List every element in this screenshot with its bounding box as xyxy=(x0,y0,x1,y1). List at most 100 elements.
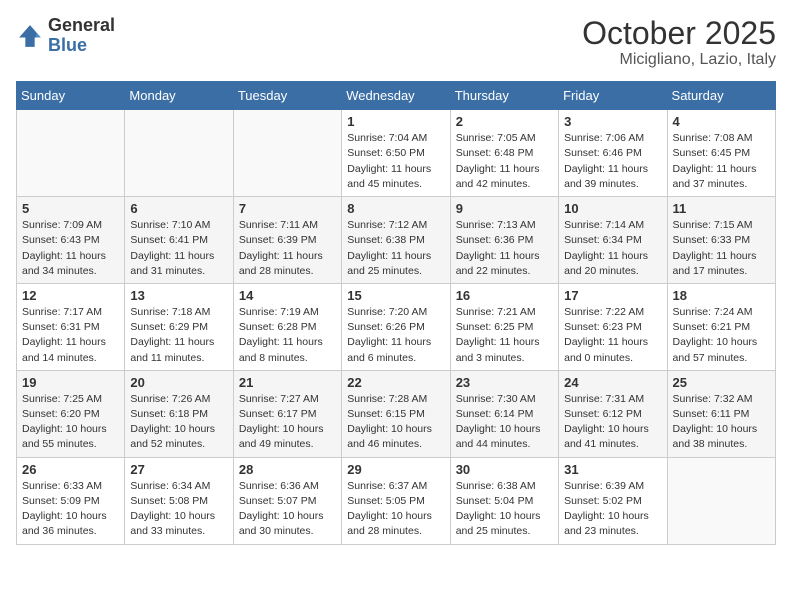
day-info: Sunrise: 7:22 AM Sunset: 6:23 PM Dayligh… xyxy=(564,305,661,366)
day-cell: 6 Sunrise: 7:10 AM Sunset: 6:41 PM Daylig… xyxy=(125,197,233,284)
week-row-3: 12Sunrise: 7:17 AM Sunset: 6:31 PM Dayli… xyxy=(17,283,776,370)
day-number: 23 xyxy=(456,375,553,390)
col-header-tuesday: Tuesday xyxy=(233,82,341,110)
day-number: 26 xyxy=(22,462,119,477)
day-info: Sunrise: 7:05 AM Sunset: 6:48 PM Dayligh… xyxy=(456,131,553,192)
day-info: Sunrise: 7:08 AM Sunset: 6:45 PM Dayligh… xyxy=(673,131,770,192)
day-cell: 30 Sunrise: 6:38 AM Sunset: 5:04 PM Dayli… xyxy=(450,457,558,544)
location-title: Micigliano, Lazio, Italy xyxy=(582,51,776,69)
col-header-wednesday: Wednesday xyxy=(342,82,450,110)
day-cell: 14Sunrise: 7:19 AM Sunset: 6:28 PM Dayli… xyxy=(233,283,341,370)
day-cell: 3 Sunrise: 7:06 AM Sunset: 6:46 PM Daylig… xyxy=(559,110,667,197)
day-cell xyxy=(17,110,125,197)
day-info: Sunrise: 7:24 AM Sunset: 6:21 PM Dayligh… xyxy=(673,305,770,366)
day-number: 4 xyxy=(673,114,770,129)
title-block: October 2025 Micigliano, Lazio, Italy xyxy=(582,16,776,69)
day-cell: 31 Sunrise: 6:39 AM Sunset: 5:02 PM Dayli… xyxy=(559,457,667,544)
day-cell: 23 Sunrise: 7:30 AM Sunset: 6:14 PM Dayli… xyxy=(450,370,558,457)
day-number: 27 xyxy=(130,462,227,477)
week-row-4: 19Sunrise: 7:25 AM Sunset: 6:20 PM Dayli… xyxy=(17,370,776,457)
day-info: Sunrise: 6:36 AM Sunset: 5:07 PM Dayligh… xyxy=(239,479,336,540)
day-cell: 5 Sunrise: 7:09 AM Sunset: 6:43 PM Daylig… xyxy=(17,197,125,284)
day-info: Sunrise: 7:26 AM Sunset: 6:18 PM Dayligh… xyxy=(130,392,227,453)
day-info: Sunrise: 6:38 AM Sunset: 5:04 PM Dayligh… xyxy=(456,479,553,540)
day-number: 6 xyxy=(130,201,227,216)
month-title: October 2025 xyxy=(582,16,776,51)
day-number: 2 xyxy=(456,114,553,129)
week-row-1: 1 Sunrise: 7:04 AM Sunset: 6:50 PM Daylig… xyxy=(17,110,776,197)
day-number: 30 xyxy=(456,462,553,477)
day-info: Sunrise: 6:34 AM Sunset: 5:08 PM Dayligh… xyxy=(130,479,227,540)
day-cell: 12Sunrise: 7:17 AM Sunset: 6:31 PM Dayli… xyxy=(17,283,125,370)
day-number: 16 xyxy=(456,288,553,303)
day-cell: 17 Sunrise: 7:22 AM Sunset: 6:23 PM Dayli… xyxy=(559,283,667,370)
day-number: 1 xyxy=(347,114,444,129)
day-number: 8 xyxy=(347,201,444,216)
day-number: 25 xyxy=(673,375,770,390)
day-info: Sunrise: 7:06 AM Sunset: 6:46 PM Dayligh… xyxy=(564,131,661,192)
day-info: Sunrise: 7:27 AM Sunset: 6:17 PM Dayligh… xyxy=(239,392,336,453)
day-info: Sunrise: 7:20 AM Sunset: 6:26 PM Dayligh… xyxy=(347,305,444,366)
day-cell: 28Sunrise: 6:36 AM Sunset: 5:07 PM Dayli… xyxy=(233,457,341,544)
col-header-saturday: Saturday xyxy=(667,82,775,110)
day-number: 5 xyxy=(22,201,119,216)
day-info: Sunrise: 6:33 AM Sunset: 5:09 PM Dayligh… xyxy=(22,479,119,540)
day-info: Sunrise: 7:10 AM Sunset: 6:41 PM Dayligh… xyxy=(130,218,227,279)
col-header-friday: Friday xyxy=(559,82,667,110)
logo-blue-text: Blue xyxy=(48,36,115,56)
day-number: 7 xyxy=(239,201,336,216)
week-row-2: 5 Sunrise: 7:09 AM Sunset: 6:43 PM Daylig… xyxy=(17,197,776,284)
day-info: Sunrise: 6:39 AM Sunset: 5:02 PM Dayligh… xyxy=(564,479,661,540)
day-number: 18 xyxy=(673,288,770,303)
day-cell: 11Sunrise: 7:15 AM Sunset: 6:33 PM Dayli… xyxy=(667,197,775,284)
day-number: 20 xyxy=(130,375,227,390)
day-cell: 26 Sunrise: 6:33 AM Sunset: 5:09 PM Dayli… xyxy=(17,457,125,544)
day-number: 21 xyxy=(239,375,336,390)
day-number: 15 xyxy=(347,288,444,303)
col-header-thursday: Thursday xyxy=(450,82,558,110)
day-cell: 15 Sunrise: 7:20 AM Sunset: 6:26 PM Dayli… xyxy=(342,283,450,370)
day-cell: 8 Sunrise: 7:12 AM Sunset: 6:38 PM Daylig… xyxy=(342,197,450,284)
day-number: 31 xyxy=(564,462,661,477)
logo-icon xyxy=(16,22,44,50)
week-row-5: 26 Sunrise: 6:33 AM Sunset: 5:09 PM Dayli… xyxy=(17,457,776,544)
day-number: 3 xyxy=(564,114,661,129)
day-info: Sunrise: 7:30 AM Sunset: 6:14 PM Dayligh… xyxy=(456,392,553,453)
day-info: Sunrise: 7:28 AM Sunset: 6:15 PM Dayligh… xyxy=(347,392,444,453)
day-number: 11 xyxy=(673,201,770,216)
day-info: Sunrise: 7:11 AM Sunset: 6:39 PM Dayligh… xyxy=(239,218,336,279)
day-cell: 16 Sunrise: 7:21 AM Sunset: 6:25 PM Dayli… xyxy=(450,283,558,370)
day-cell xyxy=(125,110,233,197)
day-info: Sunrise: 7:21 AM Sunset: 6:25 PM Dayligh… xyxy=(456,305,553,366)
page-header: General Blue October 2025 Micigliano, La… xyxy=(16,16,776,69)
day-cell: 19Sunrise: 7:25 AM Sunset: 6:20 PM Dayli… xyxy=(17,370,125,457)
day-cell xyxy=(233,110,341,197)
day-info: Sunrise: 7:13 AM Sunset: 6:36 PM Dayligh… xyxy=(456,218,553,279)
day-info: Sunrise: 7:09 AM Sunset: 6:43 PM Dayligh… xyxy=(22,218,119,279)
day-number: 14 xyxy=(239,288,336,303)
day-cell: 20 Sunrise: 7:26 AM Sunset: 6:18 PM Dayli… xyxy=(125,370,233,457)
day-cell: 24 Sunrise: 7:31 AM Sunset: 6:12 PM Dayli… xyxy=(559,370,667,457)
day-number: 22 xyxy=(347,375,444,390)
day-number: 24 xyxy=(564,375,661,390)
day-cell: 25 Sunrise: 7:32 AM Sunset: 6:11 PM Dayli… xyxy=(667,370,775,457)
header-row: SundayMondayTuesdayWednesdayThursdayFrid… xyxy=(17,82,776,110)
logo: General Blue xyxy=(16,16,115,56)
day-cell: 21 Sunrise: 7:27 AM Sunset: 6:17 PM Dayli… xyxy=(233,370,341,457)
day-info: Sunrise: 7:32 AM Sunset: 6:11 PM Dayligh… xyxy=(673,392,770,453)
day-cell: 18 Sunrise: 7:24 AM Sunset: 6:21 PM Dayli… xyxy=(667,283,775,370)
col-header-monday: Monday xyxy=(125,82,233,110)
day-cell xyxy=(667,457,775,544)
day-number: 17 xyxy=(564,288,661,303)
day-cell: 7 Sunrise: 7:11 AM Sunset: 6:39 PM Daylig… xyxy=(233,197,341,284)
day-info: Sunrise: 7:14 AM Sunset: 6:34 PM Dayligh… xyxy=(564,218,661,279)
day-info: Sunrise: 7:31 AM Sunset: 6:12 PM Dayligh… xyxy=(564,392,661,453)
day-cell: 9Sunrise: 7:13 AM Sunset: 6:36 PM Daylig… xyxy=(450,197,558,284)
day-cell: 29Sunrise: 6:37 AM Sunset: 5:05 PM Dayli… xyxy=(342,457,450,544)
day-info: Sunrise: 7:04 AM Sunset: 6:50 PM Dayligh… xyxy=(347,131,444,192)
col-header-sunday: Sunday xyxy=(17,82,125,110)
day-cell: 10Sunrise: 7:14 AM Sunset: 6:34 PM Dayli… xyxy=(559,197,667,284)
calendar-table: SundayMondayTuesdayWednesdayThursdayFrid… xyxy=(16,81,776,544)
day-info: Sunrise: 7:25 AM Sunset: 6:20 PM Dayligh… xyxy=(22,392,119,453)
day-info: Sunrise: 7:12 AM Sunset: 6:38 PM Dayligh… xyxy=(347,218,444,279)
